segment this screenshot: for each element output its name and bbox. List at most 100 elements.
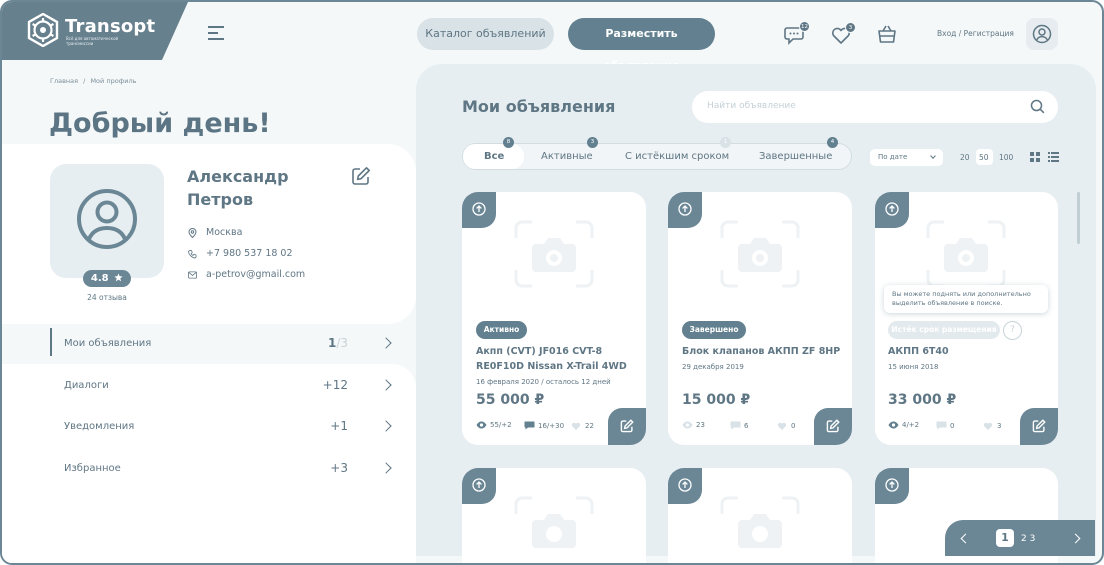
likes-stat: 0	[776, 421, 795, 431]
edit-icon	[620, 419, 634, 433]
heart-icon	[983, 422, 993, 430]
phone-value[interactable]: +7 980 537 18 02	[206, 248, 293, 259]
edit-ad-button[interactable]	[608, 408, 646, 445]
mail-icon	[188, 270, 197, 279]
ad-date: 16 февраля 2020 / осталось 12 дней	[476, 378, 611, 386]
reviews-count[interactable]: 24 отзыва	[62, 293, 152, 302]
likes-stat: 3	[982, 421, 1001, 431]
chevron-right-icon	[380, 420, 392, 432]
tab-expired[interactable]: С истёкшим сроком	[625, 151, 729, 162]
page-current[interactable]: 1	[996, 529, 1014, 547]
ad-date: 15 июня 2018	[888, 363, 939, 371]
edit-ad-button[interactable]	[814, 408, 852, 445]
tab-active[interactable]: Активные	[541, 151, 593, 162]
menu-item-my-ads[interactable]: Мои объявления 1/3	[50, 325, 400, 361]
menu-item-favorites[interactable]: Избранное +3	[50, 450, 400, 486]
breadcrumb-home[interactable]: Главная	[50, 77, 78, 85]
edit-ad-button[interactable]	[1020, 408, 1058, 445]
menu-item-count: +1	[330, 419, 348, 433]
ad-price: 15 000 ₽	[682, 392, 751, 408]
likes-stat: 22	[570, 421, 594, 431]
profile-photo[interactable]	[50, 164, 164, 278]
ad-price: 33 000 ₽	[888, 392, 957, 408]
page-numbers[interactable]: 2 3	[1021, 534, 1035, 544]
ad-card[interactable]: Истёк срок размещения АКПП 6T40 15 июня …	[875, 192, 1058, 445]
logo-gear-icon	[27, 13, 59, 47]
ad-title[interactable]: Акпп (CVT) JF016 CVT-8 RE0F10D Nissan X-T…	[476, 344, 641, 374]
menu-item-count: +3	[330, 461, 348, 475]
ad-card[interactable]: Завершено Блок клапанов АКПП ZF 8HP 29 д…	[668, 192, 852, 445]
ad-title[interactable]: АКПП 6T40	[888, 344, 1053, 359]
user-icon	[77, 189, 137, 249]
last-name: Петров	[187, 190, 254, 209]
menu-item-notifications[interactable]: Уведомления +1	[50, 408, 400, 444]
messages-count-badge: 12	[799, 21, 810, 32]
arrow-up-circle-icon	[472, 202, 486, 216]
app-frame: Transopt Всё для автоматической трансмис…	[0, 0, 1104, 565]
chevron-down-icon	[930, 153, 936, 159]
login-link[interactable]: Вход / Регистрация	[937, 29, 1014, 38]
email-value[interactable]: a-petrov@gmail.com	[206, 269, 305, 280]
raise-ad-button[interactable]	[875, 468, 909, 504]
menu-burger-icon[interactable]	[208, 26, 224, 40]
favorites-count-badge: 3	[845, 22, 856, 33]
raise-ad-button[interactable]	[462, 192, 496, 228]
user-avatar-button[interactable]	[1026, 18, 1058, 50]
scrollbar[interactable]	[1077, 192, 1080, 244]
tab-all-count: 8	[503, 137, 514, 148]
ad-card[interactable]	[668, 468, 852, 563]
tab-expired-count: 1	[720, 137, 731, 148]
per-page-20[interactable]: 20	[960, 153, 970, 162]
ads-section-title: Мои объявления	[462, 97, 616, 116]
eye-icon	[888, 421, 899, 429]
raise-ad-button[interactable]	[668, 468, 702, 504]
camera-placeholder-icon	[720, 496, 800, 548]
edit-profile-icon[interactable]	[351, 166, 371, 186]
page-title: Добрый день!	[49, 108, 271, 139]
menu-item-label: Избранное	[64, 462, 121, 474]
ad-card[interactable]	[462, 468, 646, 563]
chat-icon	[936, 421, 947, 430]
ad-title[interactable]: Блок клапанов АКПП ZF 8HP	[682, 344, 847, 359]
ad-date: 29 декабря 2019	[682, 363, 744, 371]
breadcrumb-current: Мой профиль	[90, 77, 137, 85]
sort-select[interactable]: По дате	[870, 149, 943, 166]
help-icon[interactable]: ?	[1003, 321, 1022, 340]
profile-name: Александр Петров	[187, 165, 289, 211]
menu-item-count: 1/3	[327, 336, 348, 350]
status-badge: Завершено	[682, 321, 746, 339]
logo-title: Transopt	[65, 16, 156, 37]
city-row: Москва	[188, 227, 242, 238]
phone-row: +7 980 537 18 02	[188, 248, 293, 259]
tab-active-count: 3	[587, 137, 598, 148]
raise-ad-button[interactable]	[462, 468, 496, 504]
per-page-50[interactable]: 50	[979, 153, 989, 162]
ad-card[interactable]: Активно Акпп (CVT) JF016 CVT-8 RE0F10D Ni…	[462, 192, 646, 445]
views-stat: 4/+2	[888, 421, 919, 429]
ad-price: 55 000 ₽	[476, 392, 545, 408]
sort-value: По дате	[878, 153, 908, 161]
tab-all[interactable]: Все	[484, 151, 504, 162]
per-page-100[interactable]: 100	[999, 153, 1013, 162]
menu-item-dialogs[interactable]: Диалоги +12	[50, 367, 400, 403]
menu-item-label: Уведомления	[64, 420, 135, 432]
list-view-icon[interactable]	[1048, 152, 1059, 162]
arrow-up-circle-icon	[678, 202, 692, 216]
chevron-right-icon	[380, 379, 392, 391]
edit-icon	[826, 419, 840, 433]
camera-placeholder-icon	[514, 220, 594, 288]
phone-icon	[188, 249, 197, 258]
messages-stat: 6	[730, 421, 748, 430]
basket-icon[interactable]	[876, 23, 898, 45]
menu-item-label: Мои объявления	[64, 337, 152, 349]
camera-placeholder-icon	[514, 496, 594, 548]
raise-ad-button[interactable]	[875, 192, 909, 228]
grid-view-icon[interactable]	[1030, 152, 1040, 162]
catalog-button[interactable]: Каталог объявлений	[417, 18, 554, 50]
post-ad-button[interactable]: Разместить объявление	[568, 18, 715, 72]
raise-ad-button[interactable]	[668, 192, 702, 228]
breadcrumb-separator: /	[83, 77, 86, 85]
search-icon[interactable]	[1030, 99, 1045, 114]
tab-completed[interactable]: Завершенные	[759, 151, 832, 162]
views-stat: 23	[682, 421, 705, 429]
